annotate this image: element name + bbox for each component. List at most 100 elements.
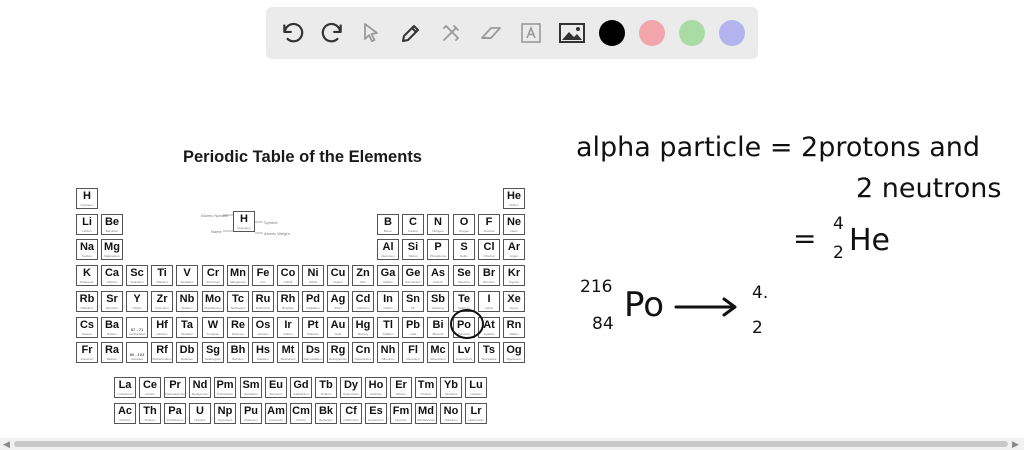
element-name: Phosphorus [429, 254, 446, 258]
color-pink-swatch[interactable] [639, 20, 665, 46]
element-symbol: W [207, 319, 219, 331]
element-name: Moscovium [430, 357, 446, 361]
element-cell: W Tungsten [202, 317, 224, 338]
element-cell: Sm Samarium [240, 377, 262, 398]
redo-button[interactable] [312, 13, 352, 53]
element-name: Sulfur [460, 254, 468, 258]
element-name: Zinc [360, 280, 366, 284]
element-symbol: Hs [255, 344, 271, 356]
scroll-left-icon[interactable]: ◀ [3, 438, 10, 450]
element-symbol: La [118, 379, 132, 391]
note-po-symbol: Po [624, 285, 665, 325]
element-name: Helium [509, 203, 519, 207]
note-po-atomic-number: 84 [592, 314, 614, 334]
element-symbol: C [409, 216, 417, 228]
element-cell: Be Beryllium [101, 214, 123, 235]
element-name: Livermorium [455, 357, 473, 361]
element-symbol: Ge [405, 267, 421, 279]
element-name: Cobalt [283, 280, 293, 284]
color-purple-swatch[interactable] [719, 20, 745, 46]
element-cell: Mo Molybdenum [202, 291, 224, 312]
element-name: Neon [510, 229, 518, 233]
element-cell: Li Lithium [76, 214, 98, 235]
element-symbol: Ce [142, 379, 158, 391]
element-cell: U Uranium [189, 403, 211, 424]
element-cell: No Nobelium [440, 403, 462, 424]
element-cell: As Arsenic [427, 265, 449, 286]
scrollbar-thumb[interactable] [14, 441, 1008, 447]
element-name: Silicon [408, 254, 418, 258]
element-symbol: P [434, 241, 442, 253]
tools-button[interactable] [431, 13, 471, 53]
element-name: Yttrium [132, 306, 142, 310]
element-cell: He Helium [503, 188, 525, 209]
note-po-mass-number: 216 [580, 277, 613, 297]
element-symbol: B [384, 216, 392, 228]
element-cell: Au Gold [327, 317, 349, 338]
element-symbol: Fe [256, 267, 270, 279]
element-name: Cadmium [356, 306, 370, 310]
element-name: Gallium [382, 280, 394, 284]
element-cell: Ag Silver [327, 291, 349, 312]
element-cell: Cr Chromium [202, 265, 224, 286]
element-symbol: Ti [157, 267, 167, 279]
element-name: Antimony [431, 306, 445, 310]
tools-icon [443, 25, 459, 41]
scroll-right-icon[interactable]: ▶ [1012, 438, 1019, 450]
text-button[interactable] [511, 13, 551, 53]
element-cell: Fm Fermium [390, 403, 412, 424]
element-cell: Rf Rutherfordium [151, 342, 173, 363]
undo-button[interactable] [273, 13, 313, 53]
color-green-swatch[interactable] [679, 20, 705, 46]
element-cell: N Nitrogen [427, 214, 449, 235]
element-symbol: U [196, 405, 204, 417]
pen-button[interactable] [391, 13, 431, 53]
element-symbol: Og [506, 344, 522, 356]
element-cell: Ra Radium [101, 342, 123, 363]
element-cell: V Vanadium [176, 265, 198, 286]
element-cell: O Oxygen [453, 214, 475, 235]
element-symbol: Xe [507, 293, 521, 305]
element-cell: Bh Bohrium [227, 342, 249, 363]
element-cell: Ni Nickel [302, 265, 324, 286]
legend-pointer-lines [223, 214, 263, 234]
element-symbol: Ir [284, 319, 292, 331]
select-button[interactable] [351, 13, 391, 53]
element-name: Hassium [257, 357, 269, 361]
element-name: Terbium [320, 392, 332, 396]
element-name: Osmium [257, 332, 269, 336]
element-name: Silver [334, 306, 342, 310]
element-symbol: Th [143, 405, 157, 417]
element-name: Darmstadtium [303, 357, 323, 361]
element-symbol: Be [104, 216, 120, 228]
element-symbol: Ag [330, 293, 346, 305]
color-black-swatch[interactable] [599, 20, 625, 46]
element-symbol: Ca [104, 267, 120, 279]
image-button[interactable] [552, 13, 592, 53]
element-name: Plutonium [244, 418, 258, 422]
element-symbol: Es [369, 405, 383, 417]
element-cell: S Sulfur [453, 239, 475, 260]
element-symbol: He [506, 190, 522, 202]
element-symbol: Mn [230, 267, 246, 279]
element-cell: Eu Europium [265, 377, 287, 398]
element-cell: Y Yttrium [126, 291, 148, 312]
element-name: Chromium [206, 280, 220, 284]
element-name: Calcium [106, 280, 118, 284]
element-name: Berkelium [319, 418, 333, 422]
note-he-symbol: He [849, 223, 891, 258]
element-cell: Ta Tantalum [176, 317, 198, 338]
element-symbol: Ts [482, 344, 496, 356]
element-symbol: Lu [469, 379, 483, 391]
eraser-button[interactable] [471, 13, 511, 53]
drawing-toolbar [266, 7, 758, 59]
element-cell: Ca Calcium [101, 265, 123, 286]
element-cell: Ru Ruthenium [252, 291, 274, 312]
element-cell: Mt Meitnerium [277, 342, 299, 363]
element-cell: Co Cobalt [277, 265, 299, 286]
element-cell: C Carbon [402, 214, 424, 235]
element-symbol: Yb [443, 379, 459, 391]
element-symbol: Rg [330, 344, 346, 356]
element-symbol: Mo [205, 293, 221, 305]
element-name: Nobelium [444, 418, 458, 422]
